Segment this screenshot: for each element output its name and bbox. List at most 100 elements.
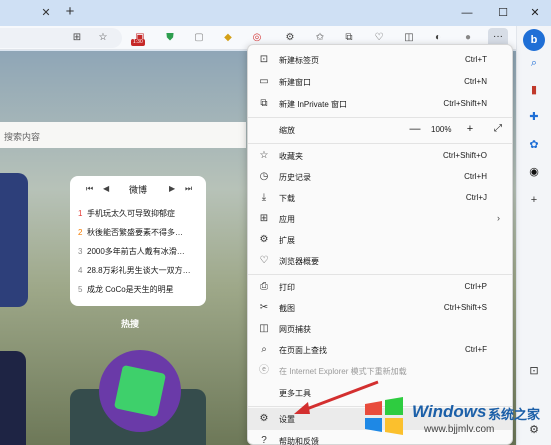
menu-item-new-window[interactable]: ▭ 新建窗口 Ctrl+N (248, 71, 512, 93)
list-item-text: 成龙 CoCo是天生的明星 (87, 285, 174, 294)
list-item-text: 手机玩太久可导致抑郁症 (87, 209, 175, 218)
minimize-button[interactable]: — (460, 6, 474, 20)
extensions-icon: ⚙ (259, 234, 269, 245)
menu-item-shortcut: Ctrl+P (464, 282, 487, 291)
download-icon: ⤓ (261, 192, 267, 203)
list-item-rank: 2 (78, 228, 83, 237)
find-icon: ⌕ (261, 344, 267, 355)
list-item[interactable]: 2 秋後能否繁盛要素不得多… (78, 227, 200, 246)
menu-item-favorites[interactable]: ☆ 收藏夹 Ctrl+Shift+O (248, 145, 512, 167)
maximize-button[interactable]: ☐ (496, 6, 510, 20)
menu-item-print[interactable]: ⎙ 打印 Ctrl+P (248, 276, 512, 298)
menu-item-label: 网页捕获 (279, 325, 311, 334)
web-capture-icon: ◫ (259, 323, 269, 334)
menu-item-shortcut: Ctrl+Shift+S (443, 303, 487, 312)
list-item[interactable]: 5 成龙 CoCo是天生的明星 (78, 284, 200, 303)
profile-avatar-icon[interactable]: ● (461, 31, 475, 45)
settings-icon: ⚙ (259, 413, 269, 424)
zoom-level: 100% (431, 125, 452, 134)
menu-item-history[interactable]: ◷ 历史记录 Ctrl+H (248, 166, 512, 188)
heart-icon[interactable]: ♡ (372, 31, 386, 45)
extension-folder-icon[interactable]: ◆ (221, 31, 235, 45)
menu-item-label: 新建 InPrivate 窗口 (279, 100, 348, 109)
zoom-out-button[interactable]: — (408, 122, 422, 136)
list-item-text: 秋後能否繁盛要素不得多… (87, 228, 183, 237)
collections-icon[interactable]: ⧉ (342, 31, 356, 45)
menu-item-web-capture[interactable]: ◫ 网页捕获 (248, 318, 512, 340)
menu-item-zoom: 缩放 — 100% + ⤢ (248, 119, 512, 141)
menu-item-downloads[interactable]: ⤓ 下载 Ctrl+J (248, 187, 512, 209)
bing-icon[interactable]: b (523, 29, 545, 51)
favorites-icon: ☆ (259, 150, 269, 161)
edge-sidebar: b ⌕ ▮ ✚ ✿ ◉ + ⊡ ⚙ (516, 26, 551, 445)
inprivate-icon: ⧉ (260, 98, 268, 109)
sidebar-search-icon[interactable]: ⌕ (525, 54, 543, 72)
menu-item-shortcut: Ctrl+J (465, 193, 487, 202)
new-tab-button[interactable]: + (63, 4, 77, 19)
menu-item-shortcut: Ctrl+T (465, 55, 487, 64)
menu-item-browser-essentials[interactable]: ♡ 浏览器概要 (248, 250, 512, 272)
sidebar-settings-icon[interactable]: ⚙ (525, 421, 543, 439)
extensions-puzzle-icon[interactable]: ⚙ (283, 31, 297, 45)
favorites-bar-icon[interactable]: ✩ (313, 31, 327, 45)
sidebar-tools-icon[interactable]: ✚ (525, 108, 543, 126)
tab-close-icon[interactable]: ✕ (40, 7, 52, 19)
menu-item-label: 帮助和反馈 (279, 437, 319, 445)
ie-mode-icon: ⓔ (259, 365, 269, 376)
performance-icon[interactable]: ◐ (431, 31, 445, 45)
weibo-last-icon[interactable]: ⏭ (185, 184, 192, 194)
menu-item-inprivate[interactable]: ⧉ 新建 InPrivate 窗口 Ctrl+Shift+N (248, 93, 512, 115)
search-placeholder: 搜索内容 (4, 132, 41, 142)
new-window-icon: ▭ (259, 76, 269, 87)
menu-item-label: 历史记录 (279, 173, 311, 182)
sidebar-games-icon[interactable]: ✿ (525, 136, 543, 154)
menu-item-find-on-page[interactable]: ⌕ 在页面上查找 Ctrl+F (248, 339, 512, 361)
zoom-label: 缩放 (279, 126, 295, 135)
sidebar-screenshot-icon[interactable]: ⊡ (525, 362, 543, 380)
list-item-rank: 1 (78, 209, 83, 218)
list-item[interactable]: 4 28.8万彩礼男生谈大一双方… (78, 265, 200, 284)
menu-item-screenshot[interactable]: ✂ 截图 Ctrl+Shift+S (248, 297, 512, 319)
menu-item-label: 浏览器概要 (279, 257, 319, 266)
close-window-button[interactable]: ✕ (528, 6, 542, 20)
left-card[interactable] (0, 173, 28, 307)
extension-lock-icon[interactable]: ▢ (192, 31, 206, 45)
sidebar-add-icon[interactable]: + (525, 191, 543, 209)
menu-item-shortcut: Ctrl+H (464, 172, 487, 181)
watermark-title-cn: 系统之家 (488, 407, 541, 422)
zoom-in-button[interactable]: + (463, 122, 477, 136)
fullscreen-icon[interactable]: ⤢ (491, 122, 505, 136)
menu-item-label: 新建标签页 (279, 56, 319, 65)
app-cube-icon (113, 364, 167, 418)
list-item[interactable]: 3 2000多年前古人戴有冰滑… (78, 246, 200, 265)
favorite-star-icon[interactable]: ☆ (96, 31, 110, 45)
hot-search-label: 热搜 (121, 319, 140, 329)
sidebar-shopping-icon[interactable]: ▮ (525, 81, 543, 99)
weibo-next-icon[interactable]: ▶ (169, 184, 175, 193)
menu-item-shortcut: Ctrl+Shift+O (442, 151, 487, 160)
menu-item-ie-mode[interactable]: ⓔ 在 Internet Explorer 模式下重新加载 (248, 360, 512, 382)
menu-item-label: 收藏夹 (279, 152, 303, 161)
reader-mode-icon[interactable]: ⊞ (70, 31, 84, 45)
menu-separator (248, 274, 512, 275)
left-card-bottom[interactable] (0, 351, 26, 445)
title-bar: ✕ + — ☐ ✕ (0, 0, 551, 26)
menu-item-label: 新建窗口 (279, 78, 311, 87)
menu-separator (248, 117, 512, 118)
menu-item-apps[interactable]: ⊞ 应用 › (248, 208, 512, 230)
menu-item-label: 应用 (279, 215, 295, 224)
menu-item-new-tab[interactable]: ⊡ 新建标签页 Ctrl+T (248, 49, 512, 71)
menu-item-label: 在页面上查找 (279, 346, 327, 355)
chevron-right-icon: › (497, 213, 500, 223)
page-search-box[interactable]: 搜索内容 (0, 122, 246, 148)
list-item[interactable]: 1 手机玩太久可导致抑郁症 (78, 208, 200, 227)
menu-item-label: 打印 (279, 283, 295, 292)
extension-target-icon[interactable]: ◎ (250, 31, 264, 45)
weibo-hot-card: ⏮ ◀ 微博 ▶ ⏭ 1 手机玩太久可导致抑郁症 2 秋後能否繁盛要素不得多… 32… (70, 176, 206, 306)
menu-item-label: 下载 (279, 194, 295, 203)
apps-icon: ⊞ (259, 213, 269, 224)
extension-shield-icon[interactable]: ⛊ (163, 31, 177, 45)
sidebar-qq-icon[interactable]: ◉ (525, 163, 543, 181)
web-capture-toolbar-icon[interactable]: ◫ (402, 31, 416, 45)
menu-item-extensions[interactable]: ⚙ 扩展 (248, 229, 512, 251)
